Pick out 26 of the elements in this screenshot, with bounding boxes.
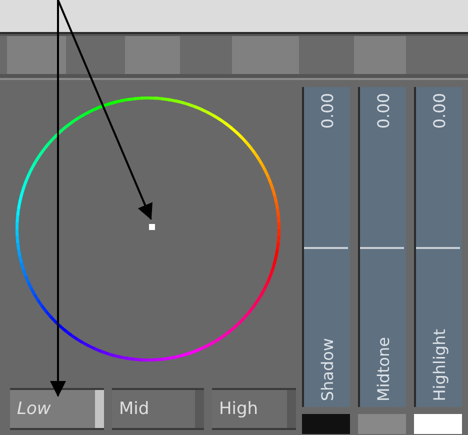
color-chip[interactable] <box>180 36 232 74</box>
slider-handle[interactable] <box>416 247 460 249</box>
color-chip[interactable] <box>0 36 7 74</box>
range-button[interactable]: High <box>212 388 296 430</box>
range-button[interactable]: Mid <box>112 388 204 430</box>
balance-point-marker[interactable] <box>149 224 155 230</box>
slider-value: 0.00 <box>430 93 448 129</box>
slider-label: Midtone <box>374 336 392 401</box>
slider-handle[interactable] <box>360 247 404 249</box>
color-chip[interactable] <box>299 36 354 74</box>
color-chip[interactable] <box>125 36 180 74</box>
color-chip[interactable] <box>406 36 468 74</box>
color-chip[interactable] <box>7 36 66 74</box>
vertical-slider[interactable]: 0.00 Midtone <box>358 87 406 407</box>
color-chip[interactable] <box>66 36 125 74</box>
slider-label: Shadow <box>318 338 336 401</box>
range-button[interactable]: Low <box>10 388 104 430</box>
color-chip[interactable] <box>354 36 406 74</box>
slider-value: 0.00 <box>374 93 392 129</box>
vertical-slider[interactable]: 0.00 Highlight <box>414 87 462 407</box>
vertical-slider[interactable]: 0.00 Shadow <box>302 87 350 407</box>
slider-value: 0.00 <box>318 93 336 129</box>
color-chip[interactable] <box>232 36 299 74</box>
slider-handle[interactable] <box>304 247 348 249</box>
slider-label: Highlight <box>430 328 448 401</box>
color-wheel[interactable] <box>16 96 280 362</box>
